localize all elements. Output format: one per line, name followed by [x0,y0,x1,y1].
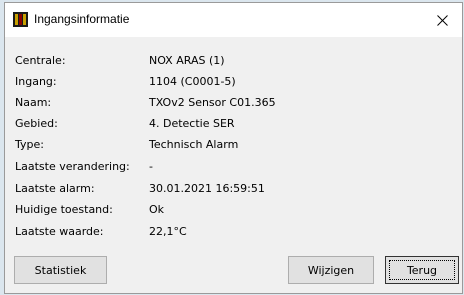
statistiek-button-label: Statistiek [34,263,87,277]
info-value: 22,1°C [149,225,187,238]
info-value: 30.01.2021 16:59:51 [149,182,265,195]
info-label: Naam: [15,96,52,109]
info-label: Huidige toestand: [15,203,113,216]
terug-button[interactable]: Terug [385,256,459,284]
info-label: Centrale: [15,54,66,67]
info-value: Technisch Alarm [149,138,239,151]
window-title: Ingangsinformatie [34,12,130,26]
close-button[interactable] [422,3,462,37]
statistiek-button[interactable]: Statistiek [14,256,107,284]
wijzigen-button-label: Wijzigen [307,263,355,277]
info-label: Laatste verandering: [15,160,130,173]
info-label: Laatste alarm: [15,182,95,195]
info-value: 4. Detectie SER [149,117,235,130]
info-label: Gebied: [15,117,58,130]
wijzigen-button[interactable]: Wijzigen [288,256,374,284]
info-label: Type: [15,138,44,151]
app-bars-icon [13,12,28,27]
info-value: TXOv2 Sensor C01.365 [149,96,276,109]
close-icon [436,14,448,26]
info-value: 1104 (C0001-5) [149,75,236,88]
info-value: - [149,160,153,173]
info-value: NOX ARAS (1) [149,54,225,67]
title-bar[interactable]: Ingangsinformatie [5,3,462,37]
focus-rectangle [389,260,455,280]
info-value: Ok [149,203,165,216]
info-label: Ingang: [15,75,57,88]
dialog-window: Ingangsinformatie Centrale: NOX ARAS (1)… [4,2,463,294]
info-label: Laatste waarde: [15,225,104,238]
